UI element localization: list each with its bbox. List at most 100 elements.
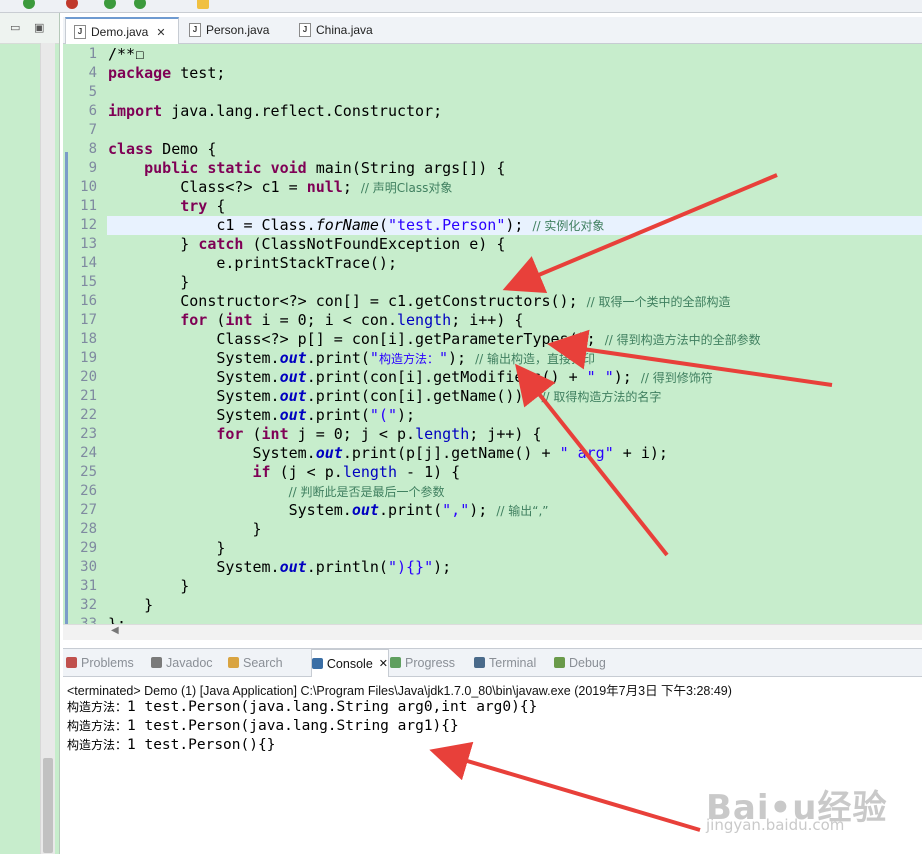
code-text: System.out.print("构造方法："); // 输出构造，直接打印	[108, 349, 595, 367]
code-line[interactable]: 24 System.out.print(p[j].getName() + " a…	[63, 444, 922, 463]
code-line[interactable]: 31 }	[63, 577, 922, 596]
code-line[interactable]: 32 }	[63, 596, 922, 615]
javadoc-icon	[151, 657, 162, 668]
code-text: e.printStackTrace();	[108, 254, 397, 272]
code-line[interactable]: 26 // 判断此是否是最后一个参数	[63, 482, 922, 501]
console-tab-progress[interactable]: Progress	[390, 649, 472, 676]
code-line[interactable]: 7	[63, 121, 922, 140]
code-line[interactable]: 9 public static void main(String args[])…	[63, 159, 922, 178]
console-tab-search[interactable]: Search	[228, 649, 308, 676]
code-text: /**☐	[108, 45, 145, 63]
minimize-icon[interactable]: ▭	[10, 21, 20, 34]
code-line[interactable]: 14 e.printStackTrace();	[63, 254, 922, 273]
code-line[interactable]: 12 c1 = Class.forName("test.Person"); //…	[63, 216, 922, 235]
console-line-text: 1 test.Person(){}	[127, 737, 276, 753]
line-number: 25	[80, 464, 97, 480]
console-tab-label: Problems	[81, 655, 134, 670]
code-line[interactable]: 23 for (int j = 0; j < p.length; j++) {	[63, 425, 922, 444]
console-tab-javadoc[interactable]: Javadoc	[151, 649, 225, 676]
console-icon	[312, 658, 323, 669]
stop-icon[interactable]	[66, 0, 78, 9]
code-line[interactable]: 10 Class<?> c1 = null; // 声明Class对象	[63, 178, 922, 197]
line-number: 18	[80, 331, 97, 347]
problems-icon	[66, 657, 77, 668]
code-line[interactable]: 11 try {	[63, 197, 922, 216]
code-text: System.out.print(con[i].getModifiers() +…	[108, 368, 713, 386]
console-tab-label: Terminal	[489, 655, 537, 670]
code-line[interactable]: 4 package test;	[63, 64, 922, 83]
code-line[interactable]: 5	[63, 83, 922, 102]
code-text: if (j < p.length - 1) {	[252, 463, 461, 481]
code-text: } catch (ClassNotFoundException e) {	[108, 235, 506, 253]
console-tab-console[interactable]: Console ✕	[311, 649, 389, 677]
baidu-watermark: Bai•u经验 jingyan.baidu.com	[706, 780, 887, 834]
console-line-text: 1 test.Person(java.lang.String arg0,int …	[127, 699, 538, 715]
code-line[interactable]: 1 /**☐	[63, 45, 922, 64]
debug-icon	[554, 657, 565, 668]
console-tab-debug[interactable]: Debug	[554, 649, 624, 676]
code-text: for (int j = 0; j < p.length; j++) {	[216, 425, 542, 443]
code-text: Class<?> c1 = null; // 声明Class对象	[108, 178, 453, 196]
run-icon[interactable]	[23, 0, 35, 9]
horizontal-scrollbar[interactable]: ◀	[63, 624, 922, 640]
line-number: 6	[88, 103, 97, 119]
line-number: 32	[80, 597, 97, 613]
code-line[interactable]: 29 }	[63, 539, 922, 558]
close-icon[interactable]: ✕	[156, 26, 165, 39]
code-text: }	[108, 539, 226, 557]
code-line[interactable]: 27 System.out.print(","); // 输出“,”	[63, 501, 922, 520]
line-number: 26	[80, 483, 97, 499]
code-text: for (int i = 0; i < con.length; i++) {	[180, 311, 524, 329]
coverage-icon[interactable]	[134, 0, 146, 9]
line-number: 28	[80, 521, 97, 537]
code-line[interactable]: 19 System.out.print("构造方法："); // 输出构造，直接…	[63, 349, 922, 368]
code-line[interactable]: 30 System.out.println("){}");	[63, 558, 922, 577]
code-line[interactable]: 16 Constructor<?> con[] = c1.getConstruc…	[63, 292, 922, 311]
line-number: 20	[80, 369, 97, 385]
code-text: System.out.print(p[j].getName() + " arg"…	[108, 444, 668, 462]
line-number: 5	[88, 84, 97, 100]
line-number: 11	[80, 198, 97, 214]
tab-china-java[interactable]: J China.java	[291, 17, 401, 43]
code-text: Class<?> p[] = con[i].getParameterTypes(…	[108, 330, 761, 348]
code-line[interactable]: 17 for (int i = 0; i < con.length; i++) …	[63, 311, 922, 330]
progress-icon	[390, 657, 401, 668]
line-number: 10	[80, 179, 97, 195]
code-line[interactable]: 15 }	[63, 273, 922, 292]
debug-run-icon[interactable]	[104, 0, 116, 9]
tab-person-java[interactable]: J Person.java	[181, 17, 291, 43]
scroll-left-icon[interactable]: ◀	[111, 625, 119, 636]
line-number: 14	[80, 255, 97, 271]
code-line[interactable]: 20 System.out.print(con[i].getModifiers(…	[63, 368, 922, 387]
code-line[interactable]: 22 System.out.print("(");	[63, 406, 922, 425]
console-tab-label: Search	[243, 655, 283, 670]
console-tab-label: Console	[326, 656, 373, 671]
code-line[interactable]: 28 }	[63, 520, 922, 539]
maximize-icon[interactable]: ▣	[34, 21, 44, 34]
code-editor[interactable]: 1 /**☐ 4 package test; 5 6 import java.lang.re…	[63, 44, 922, 633]
console-tab-terminal[interactable]: Terminal	[474, 649, 552, 676]
package-explorer-pane: ▭ ▣	[0, 13, 60, 854]
line-number: 27	[80, 502, 97, 518]
console-tab-problems[interactable]: Problems	[66, 649, 148, 676]
java-file-icon: J	[299, 23, 311, 37]
line-number: 8	[88, 141, 97, 157]
close-icon[interactable]: ✕	[379, 657, 388, 670]
vertical-scrollbar[interactable]	[40, 43, 55, 854]
console-tab-bar: Problems Javadoc Search Console ✕ Progress Ter…	[63, 649, 922, 677]
terminal-icon	[474, 657, 485, 668]
code-line[interactable]: 8 class Demo {	[63, 140, 922, 159]
code-line[interactable]: 21 System.out.print(con[i].getName()); /…	[63, 387, 922, 406]
code-text: class Demo {	[108, 140, 217, 158]
code-line[interactable]: 25 if (j < p.length - 1) {	[63, 463, 922, 482]
scrollbar-thumb[interactable]	[43, 758, 53, 853]
line-number: 19	[80, 350, 97, 366]
tab-demo-java[interactable]: J Demo.java ✕	[65, 17, 179, 45]
code-line[interactable]: 6 import java.lang.reflect.Constructor;	[63, 102, 922, 121]
console-tab-label: Debug	[569, 655, 606, 670]
toolbar-tool-icon[interactable]	[197, 0, 209, 9]
code-line[interactable]: 13 } catch (ClassNotFoundException e) {	[63, 235, 922, 254]
code-text: public static void main(String args[]) {	[144, 159, 506, 177]
line-number: 9	[88, 160, 97, 176]
code-line[interactable]: 18 Class<?> p[] = con[i].getParameterTyp…	[63, 330, 922, 349]
